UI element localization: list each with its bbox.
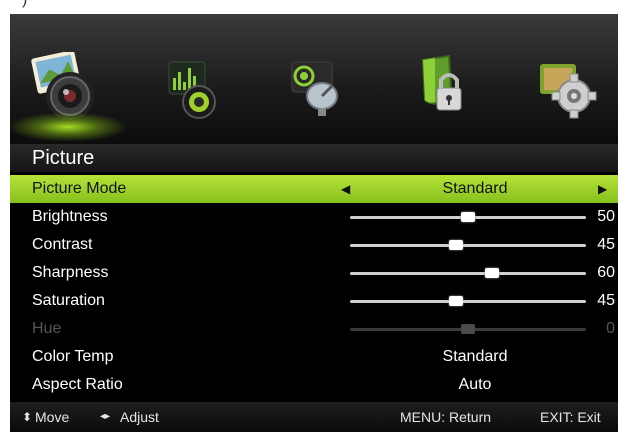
tab-audio[interactable] [155,52,225,122]
aspect-ratio-label: Aspect Ratio [32,376,123,393]
picture-mode-label: Picture Mode [32,180,127,197]
gear-icon [540,64,597,119]
saturation-value: 45 [597,292,615,309]
picture-mode-value: Standard [442,180,508,197]
brightness-slider[interactable] [350,212,586,222]
brightness-value: 50 [597,208,615,225]
row-saturation[interactable]: Saturation 45 [10,287,618,315]
footer-hints: ⬍ Move ◂▸ Adjust MENU: Return EXIT: Exit [10,402,618,432]
sharpness-slider-thumb[interactable] [484,268,499,278]
row-sharpness[interactable]: Sharpness 60 [10,259,618,287]
section-title: Picture [10,144,618,172]
satellite-dish-icon [291,61,338,116]
row-contrast[interactable]: Contrast 45 [10,231,618,259]
tab-setup[interactable] [530,52,600,122]
contrast-slider[interactable] [350,240,586,250]
sharpness-label: Sharpness [32,264,109,281]
up-down-arrows-icon: ⬍ [22,410,33,424]
saturation-slider[interactable] [350,296,586,306]
menu-tab-bar [10,14,618,144]
tv-osd-menu: Picture Picture Mode ◀ Standard ▶ Bright… [10,0,618,432]
adjust-hint: Adjust [120,409,159,425]
hue-slider [350,324,586,334]
row-picture-mode[interactable]: Picture Mode ◀ Standard ▶ [10,175,618,203]
top-border: ) [0,0,629,14]
speaker-equalizer-icon [168,61,216,119]
contrast-value: 45 [597,236,615,253]
arrow-right-icon[interactable]: ▶ [598,175,607,203]
left-right-arrows-icon: ◂▸ [100,411,111,422]
tab-picture[interactable] [10,52,128,142]
saturation-slider-thumb[interactable] [449,296,464,306]
sharpness-value: 60 [597,264,615,281]
cropped-text-fragment: ) [22,0,27,9]
color-temp-label: Color Temp [32,348,114,365]
shield-lock-icon [421,54,462,111]
sharpness-slider[interactable] [350,268,586,278]
row-brightness[interactable]: Brightness 50 [10,203,618,231]
brightness-label: Brightness [32,208,108,225]
camera-photo-icon [31,52,94,120]
exit-hint: EXIT: Exit [540,409,601,425]
aspect-ratio-value: Auto [458,376,492,393]
row-hue: Hue 0 [10,315,618,343]
contrast-label: Contrast [32,236,93,253]
contrast-slider-thumb[interactable] [449,240,464,250]
hue-slider-thumb [461,324,475,334]
saturation-label: Saturation [32,292,105,309]
color-temp-value: Standard [442,348,508,365]
row-color-temp[interactable]: Color Temp Standard [10,343,618,371]
hue-label: Hue [32,320,62,337]
menu-return-hint: MENU: Return [400,409,492,425]
move-hint: Move [35,409,70,425]
hue-value: 0 [606,320,615,337]
tab-lock[interactable] [405,52,475,122]
tab-channel[interactable] [280,52,350,122]
settings-list: Picture Mode ◀ Standard ▶ Brightness 50 … [10,175,618,399]
row-aspect-ratio[interactable]: Aspect Ratio Auto [10,371,618,399]
brightness-slider-thumb[interactable] [461,212,475,222]
